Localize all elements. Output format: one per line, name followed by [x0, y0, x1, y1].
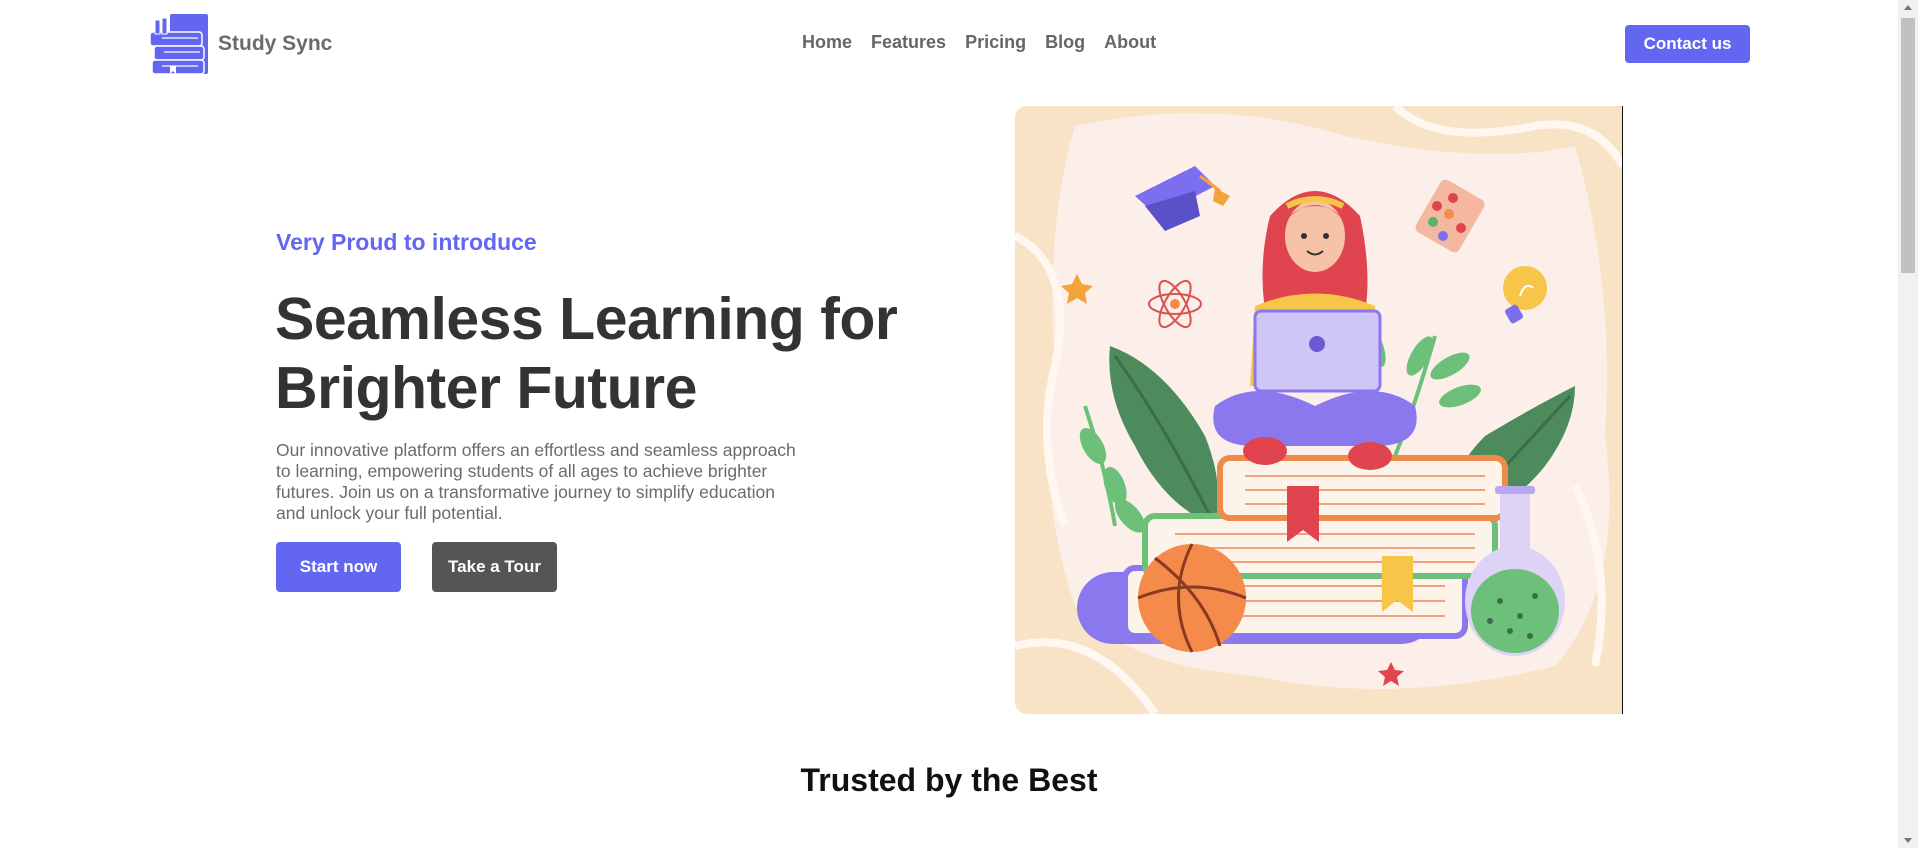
nav-about[interactable]: About	[1104, 32, 1156, 53]
nav-pricing[interactable]: Pricing	[965, 32, 1026, 53]
nav-features[interactable]: Features	[871, 32, 946, 53]
scroll-up-arrow-icon[interactable]	[1904, 5, 1912, 10]
hero-headline: Seamless Learning for Brighter Future	[275, 285, 935, 423]
books-icon	[150, 14, 208, 74]
page-scrollbar[interactable]	[1898, 0, 1918, 848]
brand-name: Study Sync	[218, 32, 333, 55]
scrollbar-thumb[interactable]	[1901, 18, 1915, 273]
hero-headline-line1: Seamless Learning for	[275, 286, 898, 352]
landing-page: Study Sync Home Features Pricing Blog Ab…	[0, 0, 1898, 848]
hero-eyebrow: Very Proud to introduce	[276, 229, 537, 255]
hero-illustration	[1015, 106, 1623, 714]
take-a-tour-button[interactable]: Take a Tour	[432, 542, 557, 592]
main-nav: Home Features Pricing Blog About	[802, 32, 1156, 53]
contact-us-button[interactable]: Contact us	[1625, 25, 1750, 63]
nav-home[interactable]: Home	[802, 32, 852, 53]
nav-blog[interactable]: Blog	[1045, 32, 1085, 53]
start-now-button[interactable]: Start now	[276, 542, 401, 592]
brand-logo[interactable]: Study Sync	[150, 14, 332, 74]
scroll-down-arrow-icon[interactable]	[1904, 838, 1912, 843]
hero-description: Our innovative platform offers an effort…	[276, 440, 796, 523]
basketball-icon	[1137, 543, 1247, 653]
trusted-section-title: Trusted by the Best	[800, 762, 1098, 798]
hero-headline-line2: Brighter Future	[275, 355, 697, 421]
